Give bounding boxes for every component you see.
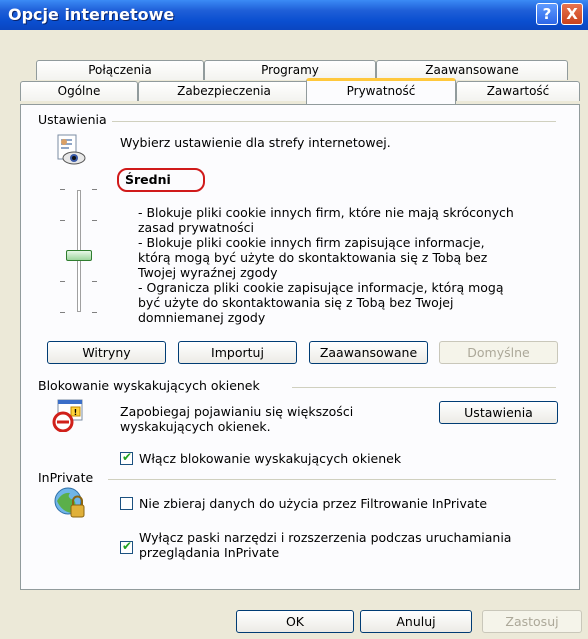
description-line: domniemanej zgody xyxy=(138,310,266,325)
popup-blocker-icon: ! xyxy=(52,398,86,433)
inprivate-toolbars-label-line1: Wyłącz paski narzędzi i rozszerzenia pod… xyxy=(139,530,512,545)
description-line: - Blokuje pliki cookie innych firm, któr… xyxy=(138,205,514,220)
inprivate-group-divider xyxy=(108,479,556,480)
popup-text-line1: Zapobiegaj pojawianiu się większości xyxy=(120,404,354,419)
inprivate-group-label: InPrivate xyxy=(38,470,94,485)
slider-tick xyxy=(60,312,65,313)
inprivate-toolbars-label-line2: przeglądania InPrivate xyxy=(139,545,280,560)
popup-group-label: Blokowanie wyskakujących okienek xyxy=(38,378,260,393)
slider-tick xyxy=(92,220,97,221)
slider-tick xyxy=(92,312,97,313)
description-line: - Ogranicza pliki cookie zapisujące info… xyxy=(138,280,504,295)
advanced-button[interactable]: Zaawansowane xyxy=(309,341,428,364)
description-line: Twojej wyraźnej zgody xyxy=(138,265,278,280)
popup-blocker-checkbox[interactable]: ✔ xyxy=(120,450,133,465)
description-line: - Blokuje pliki cookie innych firm zapis… xyxy=(138,235,485,250)
inprivate-toolbars-checkbox[interactable]: ✔ xyxy=(120,539,133,554)
title-bar[interactable]: Opcje internetowe ? X xyxy=(0,0,588,30)
close-button[interactable]: X xyxy=(561,3,583,25)
popup-blocker-label: Włącz blokowanie wyskakujących okienek xyxy=(139,451,402,466)
tab-security[interactable]: Zabezpieczenia xyxy=(138,81,310,101)
settings-group-divider xyxy=(112,121,556,122)
tab-advanced[interactable]: Zaawansowane xyxy=(376,60,568,80)
settings-group-label: Ustawienia xyxy=(38,112,107,127)
slider-tick xyxy=(92,189,97,190)
slider-tick xyxy=(60,281,65,282)
tab-general[interactable]: Ogólne xyxy=(20,81,138,101)
description-line: zasad prywatności xyxy=(138,220,254,235)
ok-button[interactable]: OK xyxy=(236,610,354,633)
slider-tick xyxy=(60,189,65,190)
checkmark-icon: ✔ xyxy=(122,450,133,464)
import-button[interactable]: Importuj xyxy=(178,341,297,364)
highlight-outline xyxy=(117,168,205,192)
inprivate-filter-checkbox[interactable] xyxy=(120,497,133,510)
description-line: być użyte do skontaktowania się z Tobą b… xyxy=(138,295,454,310)
privacy-icon xyxy=(54,134,86,166)
inprivate-filter-label: Nie zbieraj danych do użycia przez Filtr… xyxy=(139,496,488,511)
popup-settings-button[interactable]: Ustawienia xyxy=(439,401,558,424)
slider-tick xyxy=(92,281,97,282)
settings-instruction: Wybierz ustawienie dla strefy internetow… xyxy=(120,135,391,150)
window-title: Opcje internetowe xyxy=(8,5,175,24)
tab-privacy[interactable]: Prywatność xyxy=(306,78,456,104)
tab-connections[interactable]: Połączenia xyxy=(36,60,204,80)
svg-text:!: ! xyxy=(74,408,78,417)
sites-button[interactable]: Witryny xyxy=(47,341,166,364)
default-button[interactable]: Domyślne xyxy=(439,341,558,364)
inprivate-icon xyxy=(52,486,88,522)
slider-thumb[interactable] xyxy=(66,250,92,261)
tab-programs[interactable]: Programy xyxy=(204,60,376,80)
checkmark-icon: ✔ xyxy=(122,539,133,553)
popup-text-line2: wyskakujących okienek. xyxy=(120,419,271,434)
slider-tick xyxy=(60,220,65,221)
tab-content[interactable]: Zawartość xyxy=(456,81,580,101)
internet-options-dialog: Opcje internetowe ? X Połączenia Program… xyxy=(0,0,588,639)
popup-group-divider xyxy=(292,387,556,388)
help-button[interactable]: ? xyxy=(536,3,558,25)
apply-button[interactable]: Zastosuj xyxy=(482,610,582,633)
cancel-button[interactable]: Anuluj xyxy=(360,610,472,633)
privacy-level-description: - Blokuje pliki cookie innych firm, któr… xyxy=(138,205,558,325)
description-line: którą mogą być użyte do skontaktowania s… xyxy=(138,250,488,265)
